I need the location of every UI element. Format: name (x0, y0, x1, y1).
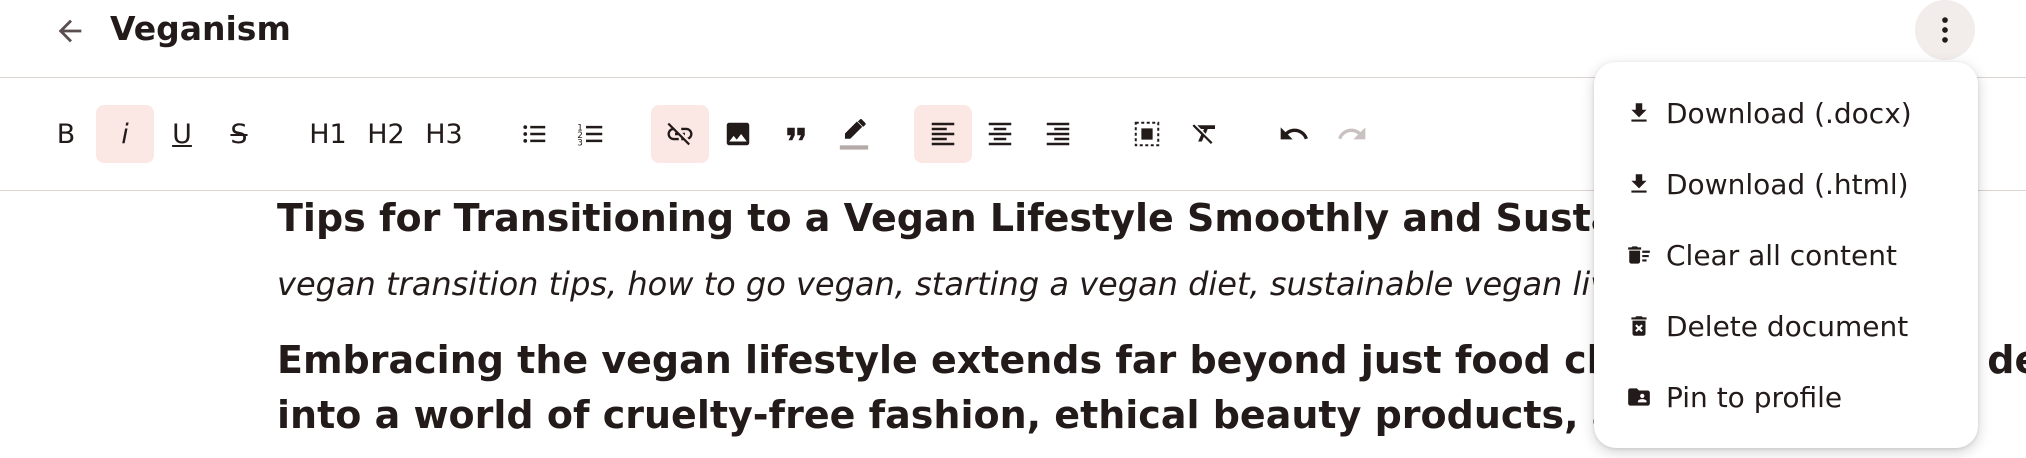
menu-item-label: Clear all content (1666, 238, 1897, 272)
menu-item-label: Delete document (1666, 309, 1909, 343)
bullet-list-icon (523, 125, 546, 143)
download-icon (1626, 169, 1652, 199)
clear-format-icon (1192, 124, 1215, 144)
align-right-button[interactable] (1029, 105, 1087, 163)
heading-3-label: H3 (425, 118, 463, 150)
svg-text:3: 3 (577, 138, 583, 148)
link-off-icon (667, 122, 693, 146)
align-left-icon (931, 122, 955, 146)
bold-button[interactable]: B (37, 105, 95, 163)
document-title: Veganism (110, 9, 291, 48)
bullet-list-button[interactable] (505, 105, 563, 163)
menu-item-download-html[interactable]: Download (.html) (1594, 152, 1978, 216)
align-left-button[interactable] (914, 105, 972, 163)
quote-icon (787, 127, 805, 141)
clear-formatting-button[interactable] (1176, 105, 1234, 163)
menu-item-download-docx[interactable]: Download (.docx) (1594, 81, 1978, 145)
align-center-button[interactable] (971, 105, 1029, 163)
numbered-list-button[interactable]: 1 2 3 (562, 105, 620, 163)
delete-forever-icon (1626, 311, 1652, 341)
image-button[interactable] (709, 105, 767, 163)
italic-label: i (121, 118, 129, 150)
align-center-icon (988, 122, 1012, 146)
link-button[interactable] (651, 105, 709, 163)
underline-label: U (172, 118, 192, 150)
highlight-button[interactable] (825, 105, 883, 163)
menu-item-clear-all-content[interactable]: Clear all content (1594, 223, 1978, 287)
menu-item-delete-document[interactable]: Delete document (1594, 294, 1978, 358)
undo-icon (1280, 127, 1308, 140)
redo-icon (1338, 127, 1366, 140)
article-heading: Tips for Transitioning to a Vegan Lifest… (277, 196, 1748, 240)
menu-item-label: Pin to profile (1666, 380, 1843, 414)
undo-button[interactable] (1265, 105, 1323, 163)
redo-button[interactable] (1323, 105, 1381, 163)
underline-button[interactable]: U (153, 105, 211, 163)
numbered-list-icon: 1 2 3 (577, 123, 603, 148)
more-options-menu: Download (.docx) Download (.html) Clear … (1594, 62, 1978, 448)
quote-button[interactable] (767, 105, 825, 163)
strikethrough-button[interactable]: S (210, 105, 268, 163)
select-all-icon (1134, 121, 1160, 147)
image-icon (726, 122, 750, 146)
arrow-back-icon (58, 19, 82, 43)
folder-account-icon (1626, 382, 1652, 412)
delete-sweep-icon (1626, 240, 1652, 270)
heading-3-button[interactable]: H3 (415, 105, 473, 163)
keywords-line: vegan transition tips, how to go vegan, … (277, 265, 1659, 303)
heading-1-label: H1 (309, 118, 347, 150)
more-vert-icon (1942, 17, 1948, 43)
menu-item-label: Download (.html) (1666, 167, 1909, 201)
download-icon (1626, 98, 1652, 128)
bold-label: B (56, 118, 76, 150)
heading-1-button[interactable]: H1 (299, 105, 357, 163)
heading-2-button[interactable]: H2 (357, 105, 415, 163)
highlight-icon (839, 119, 869, 150)
strikethrough-label: S (230, 118, 248, 150)
menu-item-label: Download (.docx) (1666, 96, 1912, 130)
more-options-button[interactable] (1915, 0, 1975, 60)
back-button[interactable] (45, 6, 95, 56)
heading-2-label: H2 (367, 118, 405, 150)
italic-button[interactable]: i (96, 105, 154, 163)
align-right-icon (1046, 122, 1070, 146)
menu-item-pin-to-profile[interactable]: Pin to profile (1594, 365, 1978, 429)
select-all-button[interactable] (1118, 105, 1176, 163)
